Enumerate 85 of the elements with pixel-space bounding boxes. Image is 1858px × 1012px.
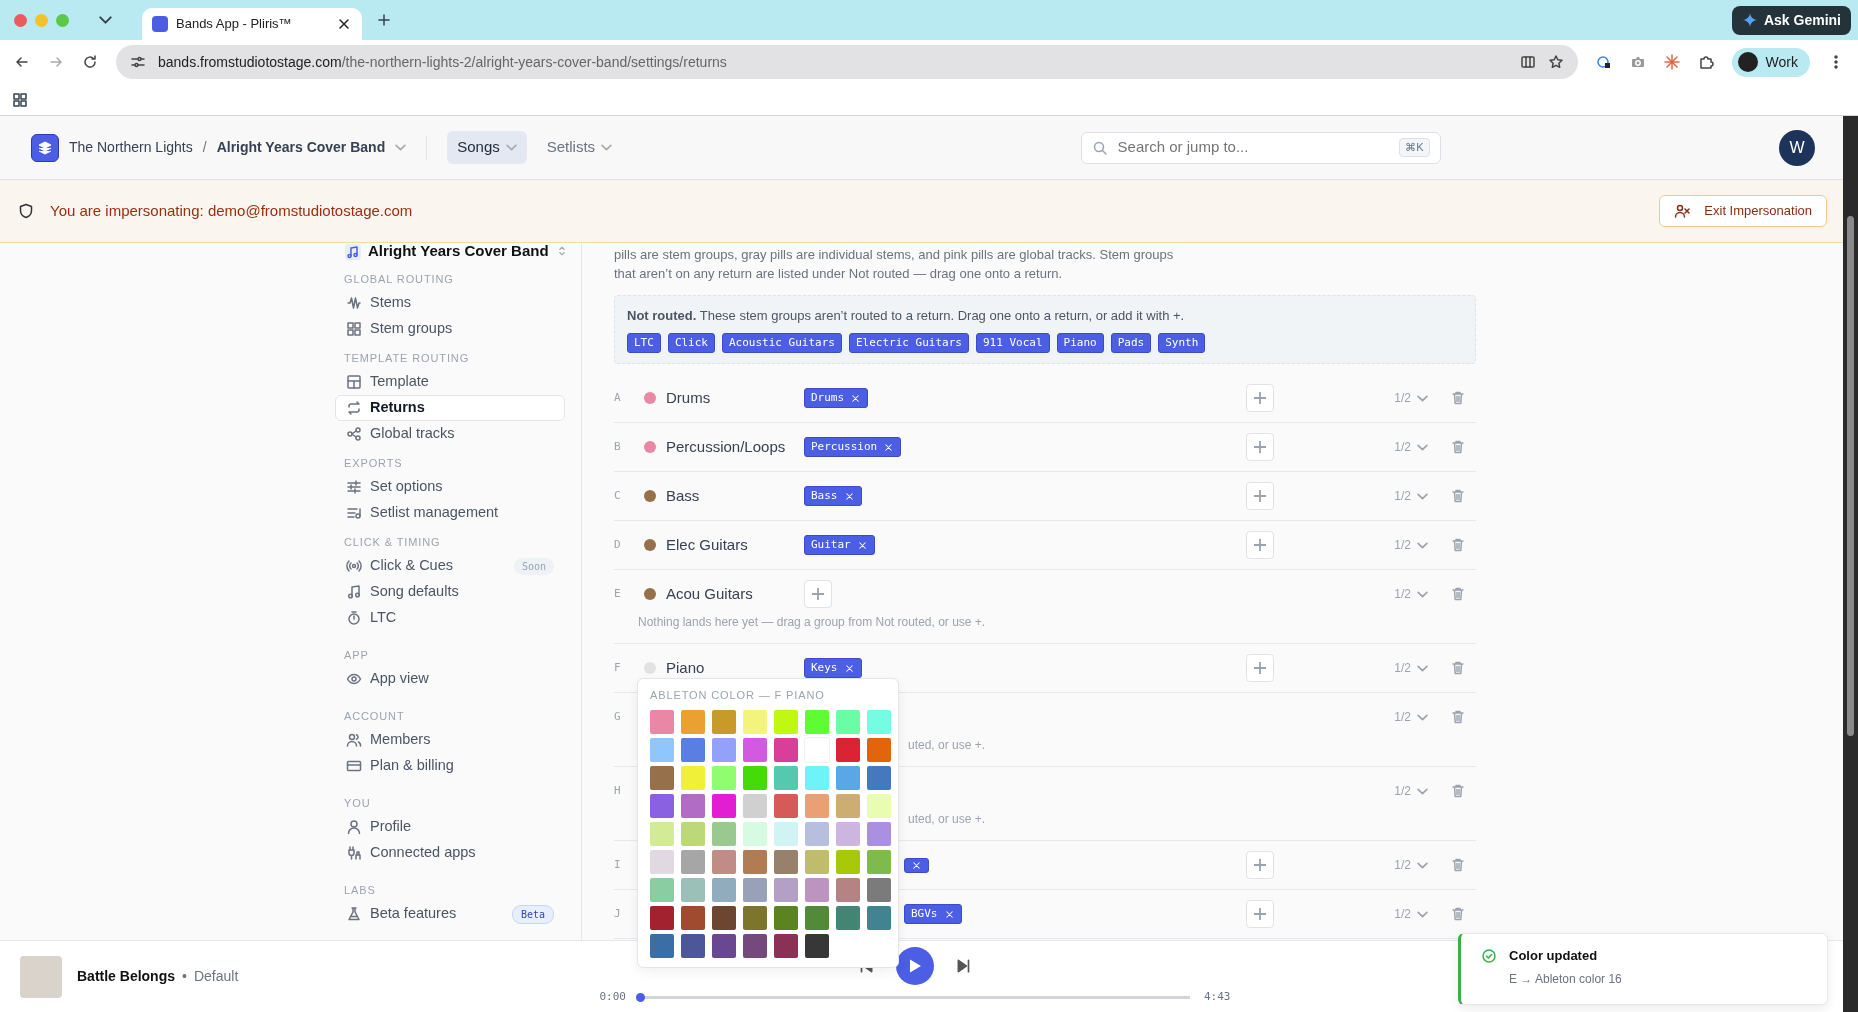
profile-button[interactable]: Work <box>1731 47 1810 77</box>
song-title[interactable]: Battle Belongs <box>77 966 175 987</box>
toast-title: Color updated <box>1509 947 1599 965</box>
return-letter: B <box>614 438 622 455</box>
return-letter: E <box>614 585 622 602</box>
return-letter: F <box>614 659 622 676</box>
stem-group-tag[interactable]: Click <box>667 332 715 353</box>
sidebar-item[interactable]: LTC <box>335 605 565 631</box>
stem-group-tag[interactable]: Acoustic Guitars <box>722 332 842 353</box>
return-letter: H <box>614 782 622 799</box>
sidebar-item[interactable]: Template <box>335 369 565 395</box>
stem-group-tag[interactable]: Bass <box>804 485 862 507</box>
section-heading: LABS <box>343 883 377 898</box>
stem-group-tag[interactable]: Piano <box>1056 332 1104 353</box>
user-avatar[interactable]: W <box>1779 129 1815 166</box>
sidebar-item[interactable]: Plan & billing <box>335 753 565 779</box>
return-letter: I <box>614 856 622 873</box>
status-tag: Beta <box>511 904 554 924</box>
stem-group-tag[interactable]: Electric Guitars <box>848 332 969 353</box>
search-field[interactable]: Search or jump to... ⌘K <box>1080 131 1441 164</box>
return-letter: D <box>614 536 622 553</box>
search-input[interactable]: Search or jump to... <box>1115 135 1392 160</box>
sidebar-item[interactable]: Returns <box>335 395 565 421</box>
not-routed-message: Not routed. These stem groups aren’t routed to a return. Drag one onto a return, or add it with +. <box>627 307 1186 325</box>
sidebar-item[interactable]: Beta features Beta <box>335 901 565 927</box>
stem-group-tag[interactable]: 911 Vocal <box>975 332 1050 353</box>
picker-title: ABLETON COLOR — F PIANO <box>649 688 826 703</box>
nav-tab[interactable]: Songs <box>447 131 527 164</box>
sidebar-item[interactable]: Stem groups <box>335 316 565 342</box>
empty-return-hint: uted, or use +. <box>908 737 986 754</box>
elapsed-time: 0:00 <box>599 989 626 1006</box>
sidebar-item[interactable]: App view <box>335 666 565 692</box>
separator-dot: • <box>182 967 187 986</box>
status-tag: Soon <box>513 557 554 575</box>
return-letter: G <box>614 708 622 725</box>
sidebar-item[interactable]: Stems <box>335 290 565 316</box>
return-name[interactable]: Bass <box>666 484 804 508</box>
impersonation-message: You are impersonating: demo@fromstudiotostage.com <box>50 200 413 221</box>
stem-group-tag[interactable]: Guitar <box>804 534 875 556</box>
return-letter: J <box>614 905 622 922</box>
section-heading: GLOBAL ROUTING <box>343 272 455 287</box>
section-heading: ACCOUNT <box>343 709 406 724</box>
exit-impersonation-button[interactable]: Exit Impersonation <box>1659 195 1827 227</box>
section-heading: EXPORTS <box>343 456 404 471</box>
sidebar-item[interactable]: Connected apps <box>335 840 565 866</box>
browser-tab[interactable]: Bands App - Pliris™ <box>142 8 362 40</box>
keyboard-shortcut: ⌘K <box>1399 138 1430 157</box>
return-name[interactable]: Piano <box>666 656 804 680</box>
stem-group-tag[interactable]: LTC <box>627 332 661 353</box>
sidebar-item[interactable]: Set options <box>335 474 565 500</box>
stem-group-tag[interactable]: BGVs <box>904 903 962 925</box>
total-time: 4:43 <box>1204 989 1231 1006</box>
empty-return-hint: Nothing lands here yet — drag a group from Not routed, or use +. <box>637 614 986 631</box>
return-name[interactable]: Drums <box>666 386 804 410</box>
toast-message: E → Ableton color 16 <box>1509 970 1622 988</box>
org-name[interactable]: The Northern Lights <box>69 137 193 158</box>
band-name[interactable]: Alright Years Cover Band <box>216 137 386 158</box>
section-heading: APP <box>343 648 370 663</box>
song-variant: Default <box>193 967 239 986</box>
sidebar-item[interactable]: Song defaults <box>335 579 565 605</box>
return-name[interactable]: Acou Guitars <box>666 582 804 606</box>
return-letter: A <box>614 389 622 406</box>
tab-title: Bands App - Pliris™ <box>176 15 293 34</box>
stem-group-tag[interactable]: Pads <box>1110 332 1152 353</box>
return-letter: C <box>614 487 622 504</box>
return-name[interactable]: Elec Guitars <box>666 533 804 557</box>
section-heading: YOU <box>343 796 372 811</box>
sidebar-item[interactable]: Members <box>335 727 565 753</box>
sidebar-item[interactable]: Global tracks <box>335 421 565 447</box>
ask-gemini-button[interactable]: Ask Gemini <box>1731 5 1851 35</box>
section-heading: TEMPLATE ROUTING <box>343 351 471 366</box>
band-switcher[interactable]: Alright Years Cover Band <box>368 239 549 263</box>
stem-group-tag[interactable]: Drums <box>804 387 869 409</box>
stem-group-tag[interactable]: Synth <box>1158 332 1206 353</box>
return-name[interactable]: Percussion/Loops <box>666 435 804 459</box>
section-heading: CLICK & TIMING <box>343 535 442 550</box>
breadcrumb-separator: / <box>202 138 207 157</box>
stem-group-tag[interactable]: Percussion <box>804 436 902 458</box>
empty-return-hint: uted, or use +. <box>908 811 986 828</box>
sidebar-item[interactable]: Click & Cues Soon <box>335 553 565 579</box>
stem-group-tag[interactable]: Keys <box>804 657 862 679</box>
sidebar-item[interactable]: Profile <box>335 814 565 840</box>
sidebar-item[interactable]: Setlist management <box>335 500 565 526</box>
intro-paragraph: pills are stem groups, gray pills are individual stems, and pink pills are global tracks. Stem groups that aren’t on any return are listed under Not routed — drag one onto a return. <box>614 246 1175 283</box>
nav-tab[interactable]: Setlists <box>536 131 623 164</box>
